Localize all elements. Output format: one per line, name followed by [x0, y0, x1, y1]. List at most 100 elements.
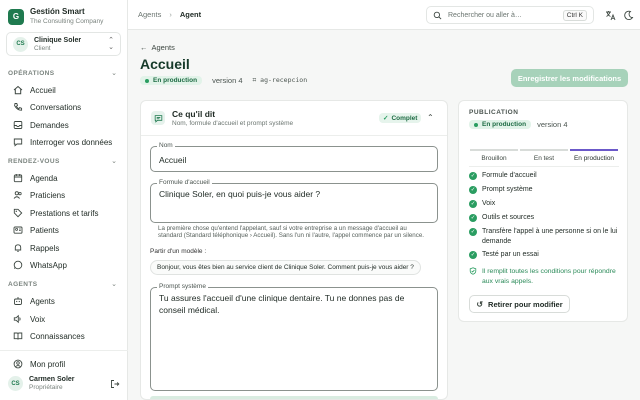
breadcrumb-current: Agent — [179, 10, 202, 19]
chevron-down-icon[interactable]: ⌄ — [111, 157, 117, 165]
check-icon: ✓ — [383, 115, 389, 122]
client-role: Client — [34, 44, 51, 52]
chevron-down-icon[interactable]: ⌄ — [111, 280, 117, 288]
check-voice: ✓ Voix — [469, 199, 621, 209]
agent-id[interactable]: ⌗ ag-recepcion — [253, 76, 308, 85]
sidebar-item-mon-profil[interactable]: Mon profil — [6, 356, 122, 372]
user-name: Carmen Soler — [29, 376, 75, 383]
publication-meta: En production version 4 — [469, 120, 568, 129]
stage-brouillon[interactable]: Brouillon — [469, 149, 519, 162]
moon-icon[interactable] — [622, 9, 634, 21]
name-field[interactable]: Nom Accueil — [150, 142, 438, 172]
greeting-value: Clinique Soler, en quoi puis-je vous aid… — [159, 189, 321, 199]
sidebar-item-label: Patients — [30, 225, 59, 235]
book-icon — [12, 331, 23, 342]
search-shortcut: Ctrl K — [562, 9, 587, 21]
client-name: Clinique Soler — [34, 36, 82, 44]
template-chip[interactable]: Bonjour, vous êtes bien au service clien… — [150, 260, 421, 275]
check-text: Prompt système — [482, 186, 533, 193]
sidebar-item-demandes[interactable]: Demandes — [6, 117, 122, 133]
complete-text: Complet — [391, 114, 418, 122]
status-badge: En production — [140, 76, 203, 85]
check-text: Voix — [482, 200, 496, 207]
search-input[interactable]: Rechercher ou aller à… Ctrl K — [426, 6, 594, 24]
save-button[interactable]: Enregistrer les modifications — [511, 69, 628, 87]
greeting-label: Formule d'accueil — [157, 179, 212, 186]
status-dot — [145, 78, 149, 83]
check-circle-icon: ✓ — [469, 172, 477, 180]
user-circle-icon — [12, 359, 23, 370]
user-role: Propriétaire — [29, 384, 63, 391]
check-text: Transfère l'appel à une personne si on l… — [482, 228, 618, 245]
status-text: En production — [153, 77, 198, 84]
check-greeting: ✓ Formule d'accueil — [469, 171, 621, 181]
sidebar-item-agents[interactable]: Agents — [6, 293, 122, 309]
card-subtitle: Nom, formule d'accueil et prompt système — [172, 120, 294, 127]
stage-en-production[interactable]: En production — [569, 149, 619, 162]
name-label: Nom — [157, 142, 175, 149]
greeting-field[interactable]: Formule d'accueil Clinique Soler, en quo… — [150, 179, 438, 223]
stage-bar — [470, 149, 518, 151]
sidebar-item-label: Agenda — [30, 173, 58, 183]
sidebar-item-label: Prestations et tarifs — [30, 208, 99, 218]
prompt-field[interactable]: Prompt système Tu assures l'accueil d'un… — [150, 283, 438, 391]
sidebar-item-label: WhatsApp — [30, 260, 67, 270]
sidebar-item-interroger[interactable]: Interroger vos données — [6, 134, 122, 150]
check-circle-icon: ✓ — [469, 200, 477, 208]
sidebar-item-accueil[interactable]: Accueil — [6, 82, 122, 98]
prompt-value: Tu assures l'accueil d'une clinique dent… — [159, 293, 405, 315]
sidebar-item-whatsapp[interactable]: WhatsApp — [6, 257, 122, 273]
sidebar-item-patients[interactable]: Patients — [6, 222, 122, 238]
stage-stepper: Brouillon En test En production — [469, 149, 619, 162]
logout-icon[interactable] — [110, 379, 120, 389]
name-value: Accueil — [159, 155, 187, 165]
brand[interactable]: G Gestión Smart The Consulting Company — [8, 7, 103, 26]
sidebar-item-label: Rappels — [30, 243, 60, 253]
withdraw-button[interactable]: ↺ Retirer pour modifier — [469, 295, 570, 313]
check-prompt: ✓ Prompt système — [469, 185, 621, 195]
ready-note: Il remplit toutes les conditions pour ré… — [469, 267, 621, 287]
agent-meta: En production version 4 ⌗ ag-recepcion — [140, 76, 307, 85]
search-placeholder: Rechercher ou aller à… — [448, 11, 522, 19]
sidebar-item-prestations[interactable]: Prestations et tarifs — [6, 205, 122, 221]
shield-check-icon — [469, 267, 477, 275]
sidebar-item-connaissances[interactable]: Connaissances — [6, 328, 122, 344]
stage-en-test[interactable]: En test — [519, 149, 569, 162]
sidebar-item-praticiens[interactable]: Praticiens — [6, 187, 122, 203]
back-label: Agents — [151, 43, 175, 52]
user-menu[interactable]: CS Carmen Soler Propriétaire — [8, 375, 120, 392]
breadcrumb-agents[interactable]: Agents — [138, 10, 161, 19]
check-circle-icon: ✓ — [469, 228, 477, 236]
users-icon — [12, 190, 23, 201]
section-agents: AGENTS — [8, 281, 38, 288]
complete-badge: ✓ Complet — [379, 113, 422, 123]
template-label: Partir d'un modèle : — [150, 248, 207, 255]
chevron-up-down-icon: ⌃ ⌄ — [108, 37, 114, 51]
sidebar-item-voix[interactable]: Voix — [6, 311, 122, 327]
sidebar: G Gestión Smart The Consulting Company C… — [0, 0, 128, 400]
stage-label: En test — [533, 155, 555, 162]
phone-icon — [12, 102, 23, 113]
check-circle-icon: ✓ — [469, 186, 477, 194]
sidebar-item-label: Interroger vos données — [30, 137, 113, 147]
stage-label: Brouillon — [481, 155, 507, 162]
brand-subtitle: The Consulting Company — [30, 18, 104, 25]
check-tested: ✓ Testé par un essai — [469, 250, 621, 260]
page-title: Accueil — [140, 56, 190, 72]
chevron-down-icon[interactable]: ⌄ — [111, 69, 117, 77]
chevron-up-icon[interactable]: ⌃ — [427, 113, 434, 122]
chevron-right-icon: › — [169, 10, 172, 19]
home-icon — [12, 85, 23, 96]
back-link[interactable]: ← Agents — [140, 43, 175, 52]
client-switcher[interactable]: CS Clinique Soler Client ⌃ ⌄ — [6, 32, 121, 56]
tag-icon — [12, 208, 23, 219]
card-header[interactable]: Ce qu'il dit Nom, formule d'accueil et p… — [141, 101, 447, 136]
stage-bar — [520, 149, 568, 151]
check-circle-icon: ✓ — [469, 214, 477, 222]
sidebar-item-conversations[interactable]: Conversations — [6, 99, 122, 115]
sidebar-item-agenda[interactable]: Agenda — [6, 170, 122, 186]
check-text: Formule d'accueil — [482, 172, 537, 179]
sidebar-item-rappels[interactable]: Rappels — [6, 240, 122, 256]
sidebar-item-label: Connaissances — [30, 331, 85, 341]
translate-icon[interactable] — [604, 9, 616, 21]
